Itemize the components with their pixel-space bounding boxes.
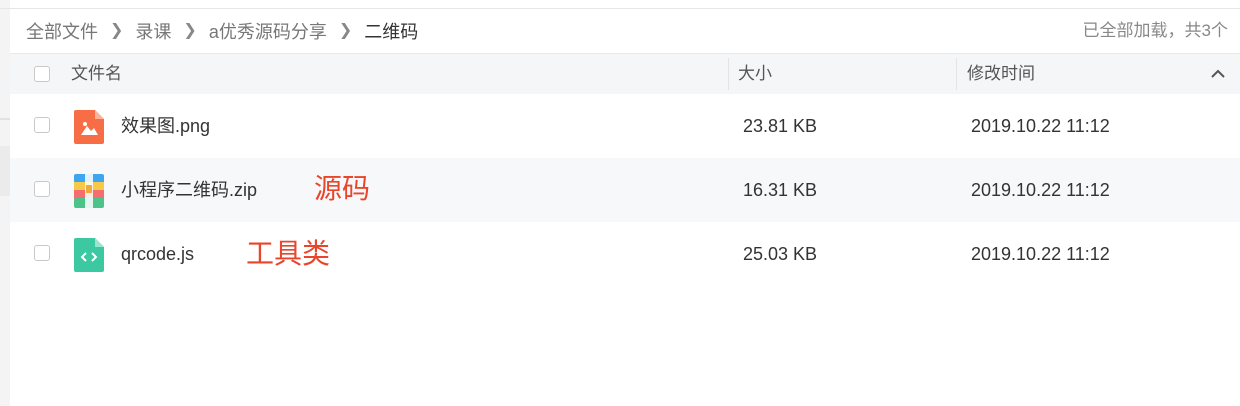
breadcrumb: 全部文件 ❯ 录课 ❯ a优秀源码分享 ❯ 二维码 已全部加载，共3个 bbox=[10, 9, 1240, 53]
breadcrumb-item-all-files[interactable]: 全部文件 bbox=[10, 18, 98, 44]
sidebar-edge bbox=[0, 0, 10, 406]
row-checkbox[interactable] bbox=[34, 181, 50, 197]
zip-file-icon bbox=[74, 174, 104, 208]
row-checkbox[interactable] bbox=[34, 117, 50, 133]
table-row[interactable]: 效果图.png 23.81 KB 2019.10.22 11:12 bbox=[10, 94, 1240, 158]
table-header: 文件名 大小 修改时间 bbox=[10, 53, 1240, 94]
code-file-icon bbox=[74, 238, 104, 272]
annotation-label: 源码 bbox=[314, 173, 371, 204]
sidebar-edge-mark bbox=[0, 146, 10, 196]
column-header-modified[interactable]: 修改时间 bbox=[967, 54, 1035, 94]
sidebar-edge-mark bbox=[0, 118, 10, 120]
chevron-right-icon: ❯ bbox=[110, 22, 124, 39]
breadcrumb-item-current: 二维码 bbox=[364, 22, 419, 42]
sort-ascending-icon[interactable] bbox=[1210, 66, 1226, 82]
column-divider[interactable] bbox=[956, 58, 957, 90]
file-name[interactable]: 小程序二维码.zip bbox=[121, 158, 257, 222]
image-file-icon bbox=[74, 110, 104, 144]
file-modified-time: 2019.10.22 11:12 bbox=[971, 116, 1110, 136]
breadcrumb-item-lesson[interactable]: 录课 bbox=[123, 18, 171, 44]
row-checkbox[interactable] bbox=[34, 245, 50, 261]
annotation-label: 工具类 bbox=[246, 238, 331, 269]
chevron-right-icon: ❯ bbox=[183, 22, 197, 39]
select-all-checkbox[interactable] bbox=[34, 66, 50, 82]
file-size: 25.03 KB bbox=[743, 244, 818, 264]
file-size: 16.31 KB bbox=[743, 180, 818, 200]
column-divider[interactable] bbox=[728, 58, 729, 90]
breadcrumb-item-source-share[interactable]: a优秀源码分享 bbox=[197, 18, 327, 44]
chevron-right-icon: ❯ bbox=[338, 22, 353, 39]
table-row[interactable]: 小程序二维码.zip 源码 16.31 KB 2019.10.22 11:12 bbox=[10, 158, 1240, 222]
file-name[interactable]: 效果图.png bbox=[121, 94, 210, 158]
file-modified-time: 2019.10.22 11:12 bbox=[971, 244, 1110, 264]
table-row[interactable]: qrcode.js 工具类 25.03 KB 2019.10.22 11:12 bbox=[10, 222, 1240, 286]
column-header-size[interactable]: 大小 bbox=[738, 54, 772, 94]
file-name[interactable]: qrcode.js bbox=[121, 222, 194, 286]
column-header-name[interactable]: 文件名 bbox=[71, 54, 122, 94]
file-modified-time: 2019.10.22 11:12 bbox=[971, 180, 1110, 200]
file-size: 23.81 KB bbox=[743, 116, 818, 136]
load-status-text: 已全部加载，共3个 bbox=[1082, 21, 1228, 40]
